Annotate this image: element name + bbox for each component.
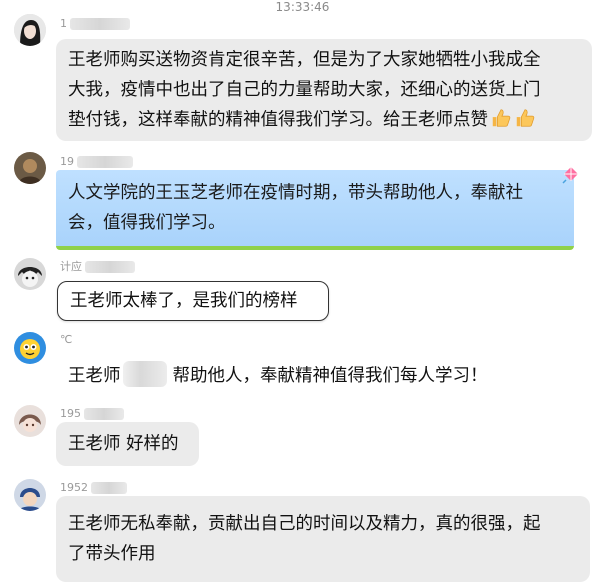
avatar[interactable] — [14, 332, 46, 364]
message-bubble[interactable]: 王老师太棒了，是我们的榜样 — [57, 281, 329, 321]
sender-name: 1952 — [60, 481, 127, 494]
sender-name: ℃ — [60, 333, 73, 346]
avatar-icon — [14, 152, 46, 184]
sender-name: 195 — [60, 407, 124, 420]
blurred-name — [70, 18, 130, 30]
message-line: 王老师购买送物资肯定很辛苦，但是为了大家她牺牲小我成全 — [68, 50, 541, 70]
avatar[interactable] — [14, 14, 46, 46]
avatar[interactable] — [14, 405, 46, 437]
message-line: 王老师无私奉献，贡献出自己的时间以及精力，真的很强，起 — [68, 514, 541, 534]
message-bubble[interactable]: 王老师 帮助他人，奉献精神值得我们每人学习！ — [56, 355, 576, 397]
avatar-icon — [14, 405, 46, 437]
sender-name: 计应 — [60, 260, 135, 273]
avatar-icon — [14, 332, 46, 364]
avatar[interactable] — [14, 479, 46, 511]
message-line: 会，值得我们学习。 — [68, 213, 226, 233]
avatar-icon — [14, 14, 46, 46]
message-bubble[interactable]: 王老师无私奉献，贡献出自己的时间以及精力，真的很强，起 了带头作用 — [56, 496, 590, 582]
message-bubble[interactable]: 王老师购买送物资肯定很辛苦，但是为了大家她牺牲小我成全 大我，疫情中也出了自己的… — [56, 39, 592, 141]
avatar-icon — [14, 258, 46, 290]
message-text: 帮助他人，奉献精神值得我们每人学习！ — [172, 366, 488, 386]
avatar[interactable] — [14, 258, 46, 290]
sender-name: 1 — [60, 17, 130, 30]
redacted-content — [122, 361, 167, 387]
message-bubble[interactable]: 王老师 好样的 — [56, 422, 199, 466]
timestamp: 13:33:46 — [275, 0, 330, 14]
message-text: 王老师 好样的 — [68, 434, 179, 454]
message-text: 王老师太棒了，是我们的榜样 — [70, 291, 298, 311]
message-line: 大我，疫情中也出了自己的力量帮助大家，还细心的送货上门 — [68, 80, 541, 100]
avatar-icon — [14, 479, 46, 511]
message-line: 人文学院的王玉芝老师在疫情时期，带头帮助他人，奉献社 — [68, 183, 523, 203]
message-bubble[interactable]: 人文学院的王玉芝老师在疫情时期，带头帮助他人，奉献社 会，值得我们学习。 — [56, 170, 574, 250]
message-text: 王老师 — [68, 366, 121, 386]
kite-icon — [562, 167, 578, 184]
message-line: 了带头作用 — [68, 544, 156, 564]
blurred-name — [85, 261, 135, 273]
sender-name: 19 — [60, 155, 133, 168]
message-line: 垫付钱，这样奉献的精神值得我们学习。给王老师点赞 — [68, 105, 580, 135]
thumbs-up-icon — [516, 109, 535, 127]
message-line-text: 垫付钱，这样奉献的精神值得我们学习。给王老师点赞 — [68, 110, 488, 130]
avatar[interactable] — [14, 152, 46, 184]
blurred-name — [84, 408, 124, 420]
blurred-name — [91, 482, 127, 494]
blurred-name — [77, 156, 133, 168]
thumbs-up-icon — [492, 109, 511, 127]
